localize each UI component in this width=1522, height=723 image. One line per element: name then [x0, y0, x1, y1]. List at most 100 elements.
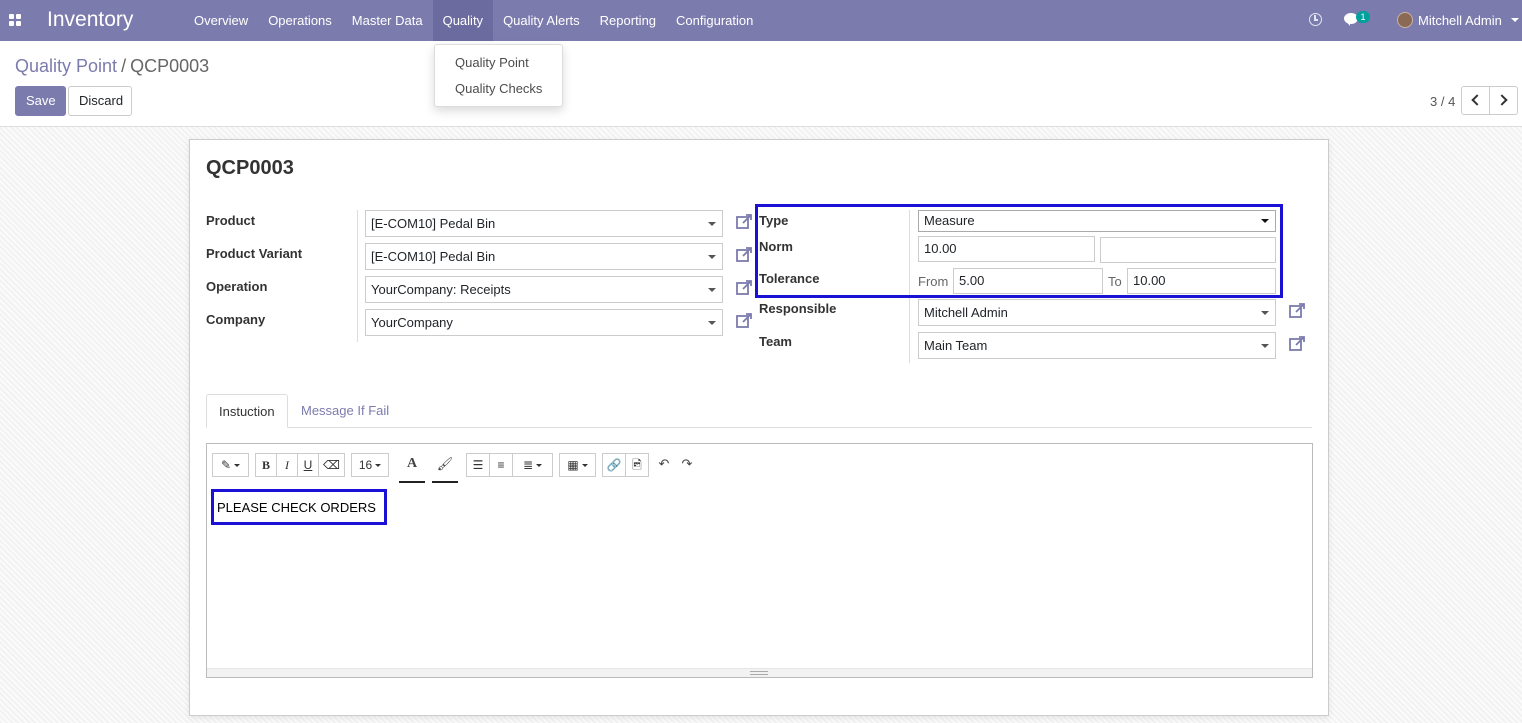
- font-color-bar: [399, 481, 425, 483]
- external-link-icon[interactable]: [735, 246, 753, 264]
- app-brand[interactable]: Inventory: [47, 8, 133, 32]
- team-select[interactable]: Main Team: [918, 332, 1276, 359]
- external-link-icon[interactable]: [1288, 335, 1306, 353]
- discard-button[interactable]: Discard: [68, 86, 132, 116]
- caret-down-icon: [1261, 344, 1269, 348]
- font-size-value: 16: [358, 458, 373, 472]
- underline-button[interactable]: U: [297, 453, 319, 477]
- operation-value: YourCompany: Receipts: [371, 282, 511, 297]
- background-color-bar: [432, 481, 458, 483]
- clock-icon[interactable]: [1309, 13, 1322, 26]
- italic-button[interactable]: I: [276, 453, 298, 477]
- menu-reporting[interactable]: Reporting: [590, 0, 666, 41]
- redo-icon[interactable]: ↷: [676, 453, 698, 477]
- quality-dropdown-menu: Quality Point Quality Checks: [434, 44, 563, 107]
- bullet-list-icon[interactable]: ☰: [466, 453, 490, 477]
- align-dropdown-button[interactable]: ≣: [512, 453, 553, 477]
- menu-operations[interactable]: Operations: [258, 0, 342, 41]
- top-navbar: Inventory Overview Operations Master Dat…: [0, 0, 1522, 41]
- responsible-label: Responsible: [759, 301, 837, 316]
- menu-quality[interactable]: Quality: [432, 0, 494, 41]
- link-icon[interactable]: 🔗: [602, 453, 626, 477]
- caret-down-icon: [375, 464, 382, 468]
- team-label: Team: [759, 334, 792, 349]
- pager-previous-button[interactable]: [1461, 86, 1490, 115]
- responsible-select[interactable]: Mitchell Admin: [918, 299, 1276, 326]
- menu-overview[interactable]: Overview: [184, 0, 258, 41]
- style-dropdown-button[interactable]: ✎: [212, 453, 249, 477]
- pager-next-button[interactable]: [1489, 86, 1518, 115]
- tab-message-if-fail[interactable]: Message If Fail: [289, 394, 401, 428]
- menu-master-data[interactable]: Master Data: [342, 0, 433, 41]
- grip-icon: [750, 671, 768, 675]
- editor-resize-handle[interactable]: [207, 668, 1312, 677]
- company-value: YourCompany: [371, 315, 453, 330]
- product-variant-select[interactable]: [E-COM10] Pedal Bin: [365, 243, 723, 270]
- eraser-icon[interactable]: ⌫: [318, 453, 345, 477]
- tolerance-to-label: To: [1108, 274, 1122, 289]
- breadcrumb-separator: /: [121, 56, 127, 76]
- breadcrumb: Quality Point / QCP0003: [15, 56, 209, 77]
- external-link-icon[interactable]: [735, 312, 753, 330]
- right-group-divider: [909, 210, 910, 363]
- breadcrumb-parent-link[interactable]: Quality Point: [15, 56, 117, 76]
- company-select[interactable]: YourCompany: [365, 309, 723, 336]
- tab-instruction[interactable]: Instuction: [206, 394, 288, 428]
- save-button[interactable]: Save: [15, 86, 66, 116]
- product-variant-value: [E-COM10] Pedal Bin: [371, 249, 496, 264]
- type-label: Type: [759, 213, 789, 228]
- breadcrumb-current: QCP0003: [130, 56, 210, 76]
- product-variant-label: Product Variant: [206, 246, 303, 261]
- record-title: QCP0003: [206, 157, 294, 179]
- font-size-dropdown[interactable]: 16: [351, 453, 389, 477]
- dropdown-item-quality-point[interactable]: Quality Point: [435, 52, 562, 74]
- dropdown-item-quality-checks[interactable]: Quality Checks: [435, 78, 562, 100]
- menu-configuration[interactable]: Configuration: [666, 0, 763, 41]
- menu-quality-alerts[interactable]: Quality Alerts: [493, 0, 590, 41]
- external-link-icon[interactable]: [735, 213, 753, 231]
- bold-button[interactable]: B: [255, 453, 277, 477]
- pager-value[interactable]: 3 / 4: [1430, 94, 1455, 109]
- user-avatar[interactable]: [1397, 12, 1413, 28]
- align-left-icon: ≣: [522, 458, 534, 472]
- caret-down-icon: [708, 222, 716, 226]
- caret-down-icon: [581, 464, 588, 468]
- caret-down-icon: [234, 464, 241, 468]
- company-label: Company: [206, 312, 266, 327]
- table-icon: ▦: [567, 458, 579, 472]
- main-menu: Overview Operations Master Data Quality …: [184, 0, 763, 41]
- operation-select[interactable]: YourCompany: Receipts: [365, 276, 723, 303]
- caret-down-icon: [1261, 311, 1269, 315]
- font-color-button[interactable]: A: [399, 453, 425, 483]
- user-menu-name[interactable]: Mitchell Admin: [1418, 13, 1502, 28]
- form-sheet: QCP0003 Product Product Variant Operatio…: [189, 139, 1329, 716]
- apps-menu-icon[interactable]: [9, 14, 21, 26]
- tolerance-from-input[interactable]: 5.00: [953, 268, 1103, 294]
- caret-down-icon: [708, 321, 716, 325]
- image-icon[interactable]: 🖻: [625, 453, 649, 477]
- operation-label: Operation: [206, 279, 268, 294]
- magic-wand-icon: ✎: [220, 458, 232, 472]
- control-panel: Quality Point / QCP0003 Save Discard 3 / 4: [0, 41, 1522, 127]
- brush-icon[interactable]: 🖌: [432, 453, 458, 483]
- chevron-down-icon[interactable]: [1511, 18, 1519, 22]
- product-select[interactable]: [E-COM10] Pedal Bin: [365, 210, 723, 237]
- external-link-icon[interactable]: [1288, 302, 1306, 320]
- product-value: [E-COM10] Pedal Bin: [371, 216, 496, 231]
- table-dropdown-button[interactable]: ▦: [559, 453, 596, 477]
- tolerance-from-label: From: [918, 274, 949, 289]
- tolerance-label: Tolerance: [759, 271, 820, 286]
- norm-unit-input[interactable]: [1100, 237, 1276, 263]
- editor-content[interactable]: PLEASE CHECK ORDERS: [217, 500, 376, 515]
- team-value: Main Team: [924, 338, 988, 353]
- external-link-icon[interactable]: [735, 279, 753, 297]
- left-group-divider: [357, 210, 358, 342]
- numbered-list-icon[interactable]: ≡: [489, 453, 513, 477]
- norm-input[interactable]: 10.00: [918, 236, 1095, 262]
- caret-down-icon: [1261, 219, 1269, 223]
- chat-count-badge: 1: [1356, 11, 1370, 23]
- undo-icon[interactable]: ↶: [653, 453, 675, 477]
- type-select[interactable]: Measure: [918, 210, 1276, 232]
- type-value: Measure: [924, 213, 975, 228]
- tolerance-to-input[interactable]: 10.00: [1127, 268, 1276, 294]
